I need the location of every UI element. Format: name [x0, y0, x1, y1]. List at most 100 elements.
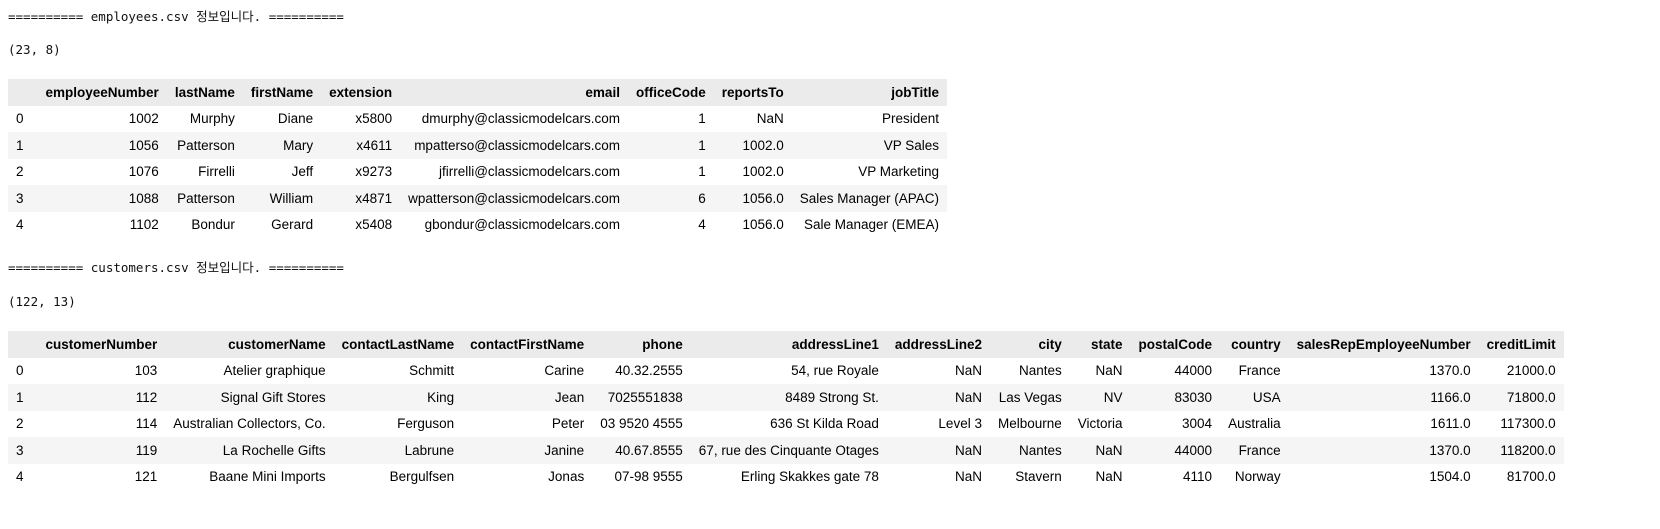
column-header: reportsTo — [713, 79, 792, 106]
table-cell: x4871 — [321, 185, 401, 212]
table-cell: Signal Gift Stores — [165, 384, 334, 411]
table-cell: King — [333, 384, 463, 411]
table-cell: Las Vegas — [989, 384, 1070, 411]
table-cell: 114 — [37, 410, 166, 437]
column-header: email — [400, 79, 628, 106]
column-header: employeeNumber — [37, 79, 167, 106]
table-cell: Sales Manager (APAC) — [791, 185, 948, 212]
table-cell: 21000.0 — [1478, 357, 1564, 384]
table-cell: NaN — [713, 105, 792, 132]
table-cell: Norway — [1220, 463, 1289, 490]
table-cell: Bergulfsen — [333, 463, 463, 490]
table-cell: Stavern — [989, 463, 1070, 490]
column-header: customerName — [165, 331, 334, 358]
table-cell: 103 — [37, 357, 166, 384]
table-cell: NaN — [886, 463, 990, 490]
column-header: city — [989, 331, 1070, 358]
table-cell: 67, rue des Cinquante Otages — [690, 437, 887, 464]
column-header: postalCode — [1130, 331, 1221, 358]
table-cell: Melbourne — [989, 410, 1070, 437]
table-cell: La Rochelle Gifts — [165, 437, 334, 464]
table-cell: 1056.0 — [713, 185, 792, 212]
table-cell: Baane Mini Imports — [165, 463, 334, 490]
table-cell: USA — [1220, 384, 1289, 411]
table-cell: Labrune — [333, 437, 463, 464]
table-cell: 4110 — [1130, 463, 1221, 490]
customers-info-header: ========== customers.csv 정보입니다. ========… — [8, 260, 344, 275]
column-header: creditLimit — [1478, 331, 1564, 358]
table-cell: jfirrelli@classicmodelcars.com — [400, 158, 628, 185]
table-row: 3 119 La Rochelle Gifts Labrune Janine 40.67.… — [8, 437, 1564, 464]
table-cell: Mary — [242, 132, 322, 159]
table-header-row: employeeNumber lastName firstName extension… — [8, 79, 948, 106]
table-cell: Sale Manager (EMEA) — [791, 211, 948, 238]
table-cell: 112 — [37, 384, 166, 411]
table-cell: 71800.0 — [1478, 384, 1564, 411]
table-cell: President — [791, 105, 948, 132]
row-index: 0 — [8, 105, 38, 132]
table-cell: 1370.0 — [1288, 357, 1479, 384]
table-cell: 1166.0 — [1288, 384, 1479, 411]
table-cell: 1370.0 — [1288, 437, 1479, 464]
table-cell: 636 St Kilda Road — [690, 410, 887, 437]
table-row: 2 114 Australian Collectors, Co. Ferguson Pe… — [8, 410, 1564, 437]
table-cell: Bondur — [166, 211, 243, 238]
table-cell: Ferguson — [333, 410, 463, 437]
column-header: phone — [592, 331, 691, 358]
table-cell: 1056.0 — [713, 211, 792, 238]
table-cell: 44000 — [1130, 437, 1221, 464]
table-cell: 1504.0 — [1288, 463, 1479, 490]
row-index: 1 — [8, 384, 38, 411]
table-row: 3 1088 Patterson William x4871 wpatterson@cla… — [8, 185, 948, 212]
column-header: salesRepEmployeeNumber — [1288, 331, 1479, 358]
table-cell: x9273 — [321, 158, 401, 185]
table-row: 4 1102 Bondur Gerard x5408 gbondur@classicmod… — [8, 211, 948, 238]
table-header-row: customerNumber customerName contactLastNam… — [8, 331, 1564, 358]
table-cell: 40.32.2555 — [592, 357, 691, 384]
table-cell: Australian Collectors, Co. — [165, 410, 334, 437]
table-cell: NaN — [1069, 437, 1131, 464]
table-cell: 118200.0 — [1478, 437, 1564, 464]
employees-dataframe-table: employeeNumber lastName firstName extension… — [8, 79, 948, 238]
table-cell: NaN — [1069, 357, 1131, 384]
employees-info-header: ========== employees.csv 정보입니다. ========… — [8, 9, 344, 24]
column-header: customerNumber — [37, 331, 166, 358]
table-cell: France — [1220, 437, 1289, 464]
table-cell: 1102 — [37, 211, 167, 238]
table-cell: William — [242, 185, 322, 212]
table-cell: Level 3 — [886, 410, 990, 437]
column-header: jobTitle — [791, 79, 948, 106]
table-cell: Gerard — [242, 211, 322, 238]
table-cell: gbondur@classicmodelcars.com — [400, 211, 628, 238]
table-cell: Firrelli — [166, 158, 243, 185]
table-cell: dmurphy@classicmodelcars.com — [400, 105, 628, 132]
table-cell: NaN — [1069, 463, 1131, 490]
table-cell: NaN — [886, 384, 990, 411]
table-cell: Nantes — [989, 437, 1070, 464]
table-cell: 3004 — [1130, 410, 1221, 437]
table-cell: 117300.0 — [1478, 410, 1564, 437]
table-cell: France — [1220, 357, 1289, 384]
column-header: addressLine2 — [886, 331, 990, 358]
table-cell: Atelier graphique — [165, 357, 334, 384]
row-index: 4 — [8, 463, 38, 490]
table-cell: 81700.0 — [1478, 463, 1564, 490]
table-cell: x4611 — [321, 132, 401, 159]
table-cell: 1 — [627, 158, 714, 185]
customers-dataframe-table: customerNumber customerName contactLastNam… — [8, 331, 1564, 490]
table-cell: 8489 Strong St. — [690, 384, 887, 411]
table-cell: Patterson — [166, 132, 243, 159]
table-cell: Jean — [462, 384, 593, 411]
table-cell: 121 — [37, 463, 166, 490]
table-cell: Victoria — [1069, 410, 1131, 437]
table-cell: 1088 — [37, 185, 167, 212]
table-cell: 54, rue Royale — [690, 357, 887, 384]
table-cell: 1 — [627, 132, 714, 159]
table-cell: NV — [1069, 384, 1131, 411]
table-cell: Carine — [462, 357, 593, 384]
table-cell: 1611.0 — [1288, 410, 1479, 437]
table-cell: Diane — [242, 105, 322, 132]
table-cell: 1002.0 — [713, 132, 792, 159]
table-row: 2 1076 Firrelli Jeff x9273 jfirrelli@classicm… — [8, 158, 948, 185]
table-cell: Erling Skakkes gate 78 — [690, 463, 887, 490]
